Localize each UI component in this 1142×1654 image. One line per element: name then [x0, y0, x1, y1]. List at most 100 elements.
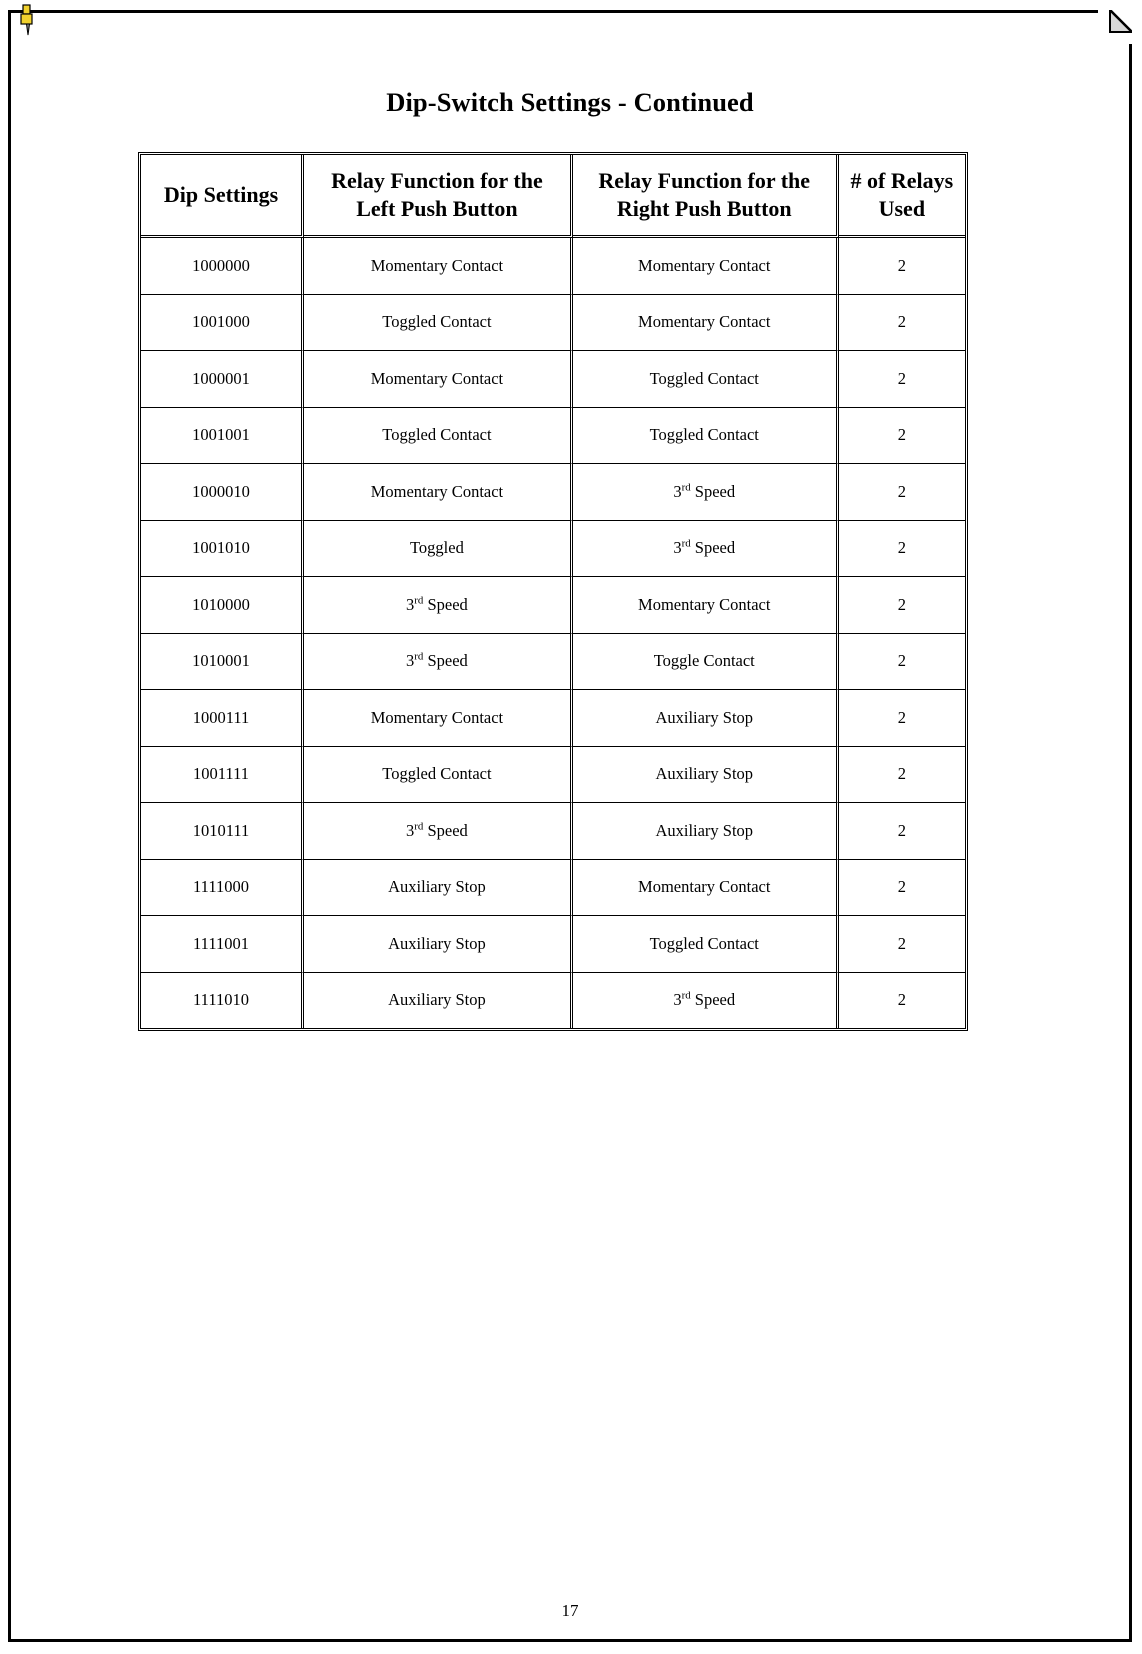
column-header-number-of-relays-used-line2: Used — [878, 196, 926, 221]
column-header-right-push-button-line1: Relay Function for the — [598, 167, 811, 193]
cell-right-push-button-function: Momentary Contact — [572, 238, 839, 295]
cell-left-push-button-function-text: Momentary Contact — [370, 481, 504, 501]
cell-dip-settings-text: 1000001 — [192, 368, 250, 388]
cell-right-push-button-function-superscript: rd — [681, 481, 691, 494]
table-row: 1001000 Toggled Contact Momentary Contact 2 — [141, 294, 965, 351]
cell-relays-used: 2 — [838, 294, 965, 351]
cell-relays-used: 2 — [838, 577, 965, 634]
cell-dip-settings: 1010001 — [141, 633, 305, 690]
cell-left-push-button-function: Toggled Contact — [304, 746, 573, 803]
cell-dip-settings: 1000001 — [141, 351, 305, 408]
cell-left-push-button-function-text: Auxiliary Stop — [388, 990, 486, 1010]
cell-relays-used-text: 2 — [897, 707, 906, 727]
scanned-page-frame: Dip-Switch Settings - Continued Dip Sett… — [8, 4, 1132, 1642]
cell-left-push-button-function-text: Momentary Contact — [370, 255, 504, 275]
cell-relays-used: 2 — [838, 633, 965, 690]
cell-relays-used-text: 2 — [897, 990, 906, 1010]
cell-relays-used-text: 2 — [897, 368, 906, 388]
cell-left-push-button-function-superscript: rd — [414, 650, 424, 663]
column-header-number-of-relays-used: # of Relays Used — [838, 155, 965, 238]
cell-right-push-button-function-text: Momentary Contact — [638, 594, 771, 614]
cell-right-push-button-function-text: Toggle Contact — [653, 651, 755, 671]
cell-relays-used: 2 — [838, 351, 965, 408]
cell-relays-used-text: 2 — [897, 481, 906, 501]
column-header-dip-settings: Dip Settings — [141, 155, 305, 238]
cell-dip-settings-text: 1010111 — [192, 820, 250, 840]
cell-right-push-button-function-text: 3 — [673, 990, 682, 1010]
cell-right-push-button-function: Toggle Contact — [572, 633, 839, 690]
table-row: 1000010 Momentary Contact 3rd Speed 2 — [141, 464, 965, 521]
cell-left-push-button-function: Auxiliary Stop — [304, 972, 573, 1028]
cell-right-push-button-function-text: Toggled Contact — [649, 368, 759, 388]
cell-dip-settings: 1010000 — [141, 577, 305, 634]
cell-relays-used: 2 — [838, 407, 965, 464]
cell-relays-used: 2 — [838, 690, 965, 747]
cell-dip-settings-text: 1111001 — [193, 933, 249, 953]
table-row: 1000000 Momentary Contact Momentary Contac… — [141, 238, 965, 295]
cell-dip-settings: 1111001 — [141, 916, 305, 973]
cell-left-push-button-function: 3rd Speed — [304, 803, 573, 860]
cell-relays-used-text: 2 — [897, 877, 906, 897]
cell-right-push-button-function: 3rd Speed — [572, 520, 839, 577]
cell-left-push-button-function: 3rd Speed — [304, 577, 573, 634]
cell-left-push-button-function: Toggled Contact — [304, 407, 573, 464]
table-header: Dip Settings Relay Function for the Left… — [141, 155, 965, 238]
cell-right-push-button-function: Auxiliary Stop — [572, 803, 839, 860]
cell-left-push-button-function-text: Auxiliary Stop — [388, 933, 486, 953]
table-row: 1001001 Toggled Contact Toggled Contact 2 — [141, 407, 965, 464]
cell-dip-settings: 1111010 — [141, 972, 305, 1028]
cell-relays-used: 2 — [838, 803, 965, 860]
cell-right-push-button-function-text: Momentary Contact — [638, 255, 771, 275]
cell-right-push-button-function: 3rd Speed — [572, 464, 839, 521]
column-header-dip-settings-line1: Dip Settings — [163, 181, 279, 207]
cell-relays-used: 2 — [838, 859, 965, 916]
cell-relays-used: 2 — [838, 238, 965, 295]
cell-dip-settings: 1010111 — [141, 803, 305, 860]
cell-left-push-button-function-text: Auxiliary Stop — [388, 877, 486, 897]
cell-right-push-button-function-text: 3 — [673, 481, 682, 501]
table-row: 1000111 Momentary Contact Auxiliary Stop 2 — [141, 690, 965, 747]
cell-right-push-button-function-text: Auxiliary Stop — [655, 820, 754, 840]
cell-dip-settings-text: 1111010 — [193, 990, 249, 1010]
cell-right-push-button-function-text: Momentary Contact — [638, 312, 771, 332]
cell-right-push-button-function-suffix: Speed — [690, 990, 736, 1010]
page-title: Dip-Switch Settings - Continued — [386, 87, 754, 117]
cell-relays-used: 2 — [838, 916, 965, 973]
cell-right-push-button-function-superscript: rd — [681, 989, 691, 1002]
cell-right-push-button-function-text: Auxiliary Stop — [655, 764, 754, 784]
cell-left-push-button-function-suffix: Speed — [423, 594, 468, 614]
column-header-left-push-button: Relay Function for the Left Push Button — [304, 155, 573, 238]
cell-left-push-button-function-superscript: rd — [414, 820, 424, 833]
cell-relays-used: 2 — [838, 464, 965, 521]
cell-left-push-button-function: Auxiliary Stop — [304, 859, 573, 916]
cell-relays-used-text: 2 — [897, 594, 906, 614]
cell-right-push-button-function: Toggled Contact — [572, 407, 839, 464]
cell-dip-settings-text: 1111000 — [193, 877, 249, 897]
folded-page-corner-icon — [1098, 10, 1132, 44]
cell-left-push-button-function: Toggled — [304, 520, 573, 577]
table-row: 1111010 Auxiliary Stop 3rd Speed 2 — [141, 972, 965, 1028]
cell-relays-used-text: 2 — [897, 651, 906, 671]
cell-right-push-button-function-text: Toggled Contact — [649, 933, 759, 953]
cell-dip-settings: 1001001 — [141, 407, 305, 464]
cell-left-push-button-function: Momentary Contact — [304, 690, 573, 747]
column-header-left-push-button-line2: Left Push Button — [356, 196, 518, 221]
table-row: 1010111 3rd Speed Auxiliary Stop 2 — [141, 803, 965, 860]
cell-left-push-button-function-text: Toggled Contact — [382, 312, 492, 332]
cell-dip-settings-text: 1000111 — [192, 707, 250, 727]
cell-left-push-button-function-superscript: rd — [414, 594, 424, 607]
cell-dip-settings-text: 1001000 — [192, 312, 250, 332]
cell-right-push-button-function: Momentary Contact — [572, 859, 839, 916]
cell-right-push-button-function-text: Auxiliary Stop — [655, 707, 754, 727]
cell-right-push-button-function-suffix: Speed — [690, 538, 736, 558]
table-row: 1010001 3rd Speed Toggle Contact 2 — [141, 633, 965, 690]
table-header-row: Dip Settings Relay Function for the Left… — [141, 155, 965, 238]
pushpin-icon — [17, 4, 39, 38]
cell-left-push-button-function-text: Momentary Contact — [370, 368, 504, 388]
cell-left-push-button-function: Momentary Contact — [304, 238, 573, 295]
cell-right-push-button-function-text: Toggled Contact — [649, 425, 759, 445]
cell-right-push-button-function-suffix: Speed — [690, 481, 736, 501]
cell-dip-settings: 1000010 — [141, 464, 305, 521]
cell-dip-settings: 1001111 — [141, 746, 305, 803]
cell-right-push-button-function: Toggled Contact — [572, 351, 839, 408]
